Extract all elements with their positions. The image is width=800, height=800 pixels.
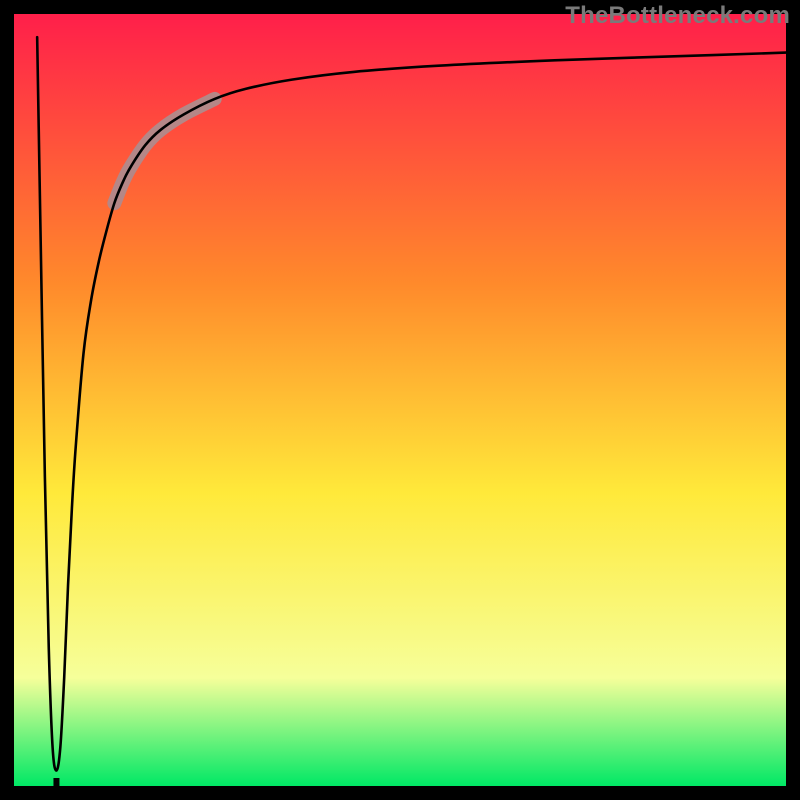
bottleneck-chart xyxy=(0,0,800,800)
watermark-label: TheBottleneck.com xyxy=(565,2,790,30)
gradient-background xyxy=(14,14,786,786)
chart-stage: TheBottleneck.com xyxy=(0,0,800,800)
